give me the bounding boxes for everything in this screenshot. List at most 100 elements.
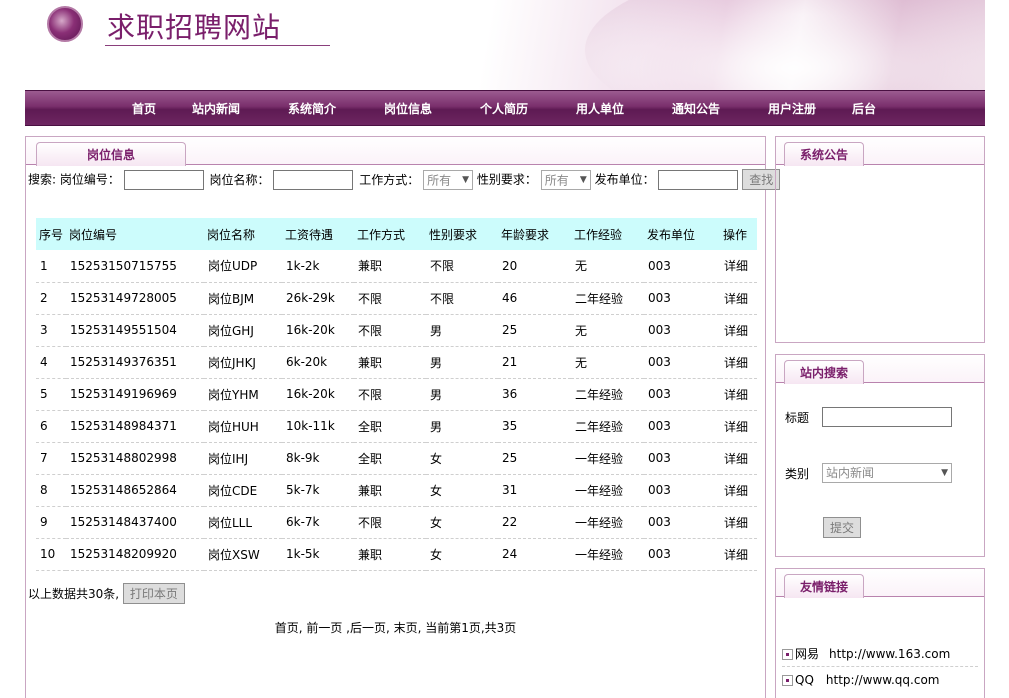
job-name-input[interactable] (273, 169, 354, 190)
job-name-label: 岗位名称： (209, 172, 270, 187)
cell-company: 003 (644, 538, 720, 571)
col-company: 发布单位 (644, 218, 720, 250)
tab-job-info[interactable]: 岗位信息 (36, 142, 186, 166)
cell-company: 003 (644, 442, 720, 475)
table-row: 7 15253148802998 岗位IHJ 8k-9k 全职女 25 一年经验 003 详细 (36, 442, 757, 475)
gender-label: 性别要求： (476, 172, 537, 187)
cell-job-name: 岗位XSW (204, 538, 282, 571)
search-title-input[interactable] (822, 407, 952, 427)
cell-action[interactable]: 详细 (720, 250, 757, 283)
cell-gender: 不限 (426, 282, 498, 315)
cell-experience: 无 (571, 346, 644, 379)
cell-gender: 男 (426, 314, 498, 347)
cell-action[interactable]: 详细 (720, 282, 757, 315)
tab-notice[interactable]: 系统公告 (784, 142, 864, 166)
nav-news[interactable]: 站内新闻 (192, 91, 240, 127)
cell-job-name: 岗位GHJ (204, 314, 282, 347)
cell-work-mode: 全职 (354, 442, 426, 475)
link-name: QQ (795, 673, 814, 687)
cell-job-no: 15253148437400 (66, 506, 204, 539)
cell-company: 003 (644, 378, 720, 411)
table-row: 2 15253149728005 岗位BJM 26k-29k 不限 不限 46 二年经验 003… (36, 282, 757, 315)
cell-company: 003 (644, 314, 720, 347)
cell-job-name: 岗位LLL (204, 506, 282, 539)
cell-index: 9 (36, 506, 66, 539)
cell-age: 46 (498, 282, 571, 315)
link-url[interactable]: http://www.qq.com (826, 673, 940, 687)
job-no-label: 岗位编号： (59, 172, 120, 187)
cell-age: 35 (498, 410, 571, 443)
link-url[interactable]: http://www.163.com (829, 647, 950, 661)
nav-resume[interactable]: 个人简历 (480, 91, 528, 127)
cell-experience: 一年经验 (571, 474, 644, 507)
col-work-mode: 工作方式 (354, 218, 426, 250)
cell-action[interactable]: 详细 (720, 378, 757, 411)
cell-work-mode: 兼职 (354, 538, 426, 571)
search-type-select[interactable]: 站内新闻 ▼ (822, 463, 952, 483)
cell-index: 1 (36, 250, 66, 283)
cell-salary: 10k-11k (282, 410, 354, 443)
nav-jobs[interactable]: 岗位信息 (384, 91, 432, 127)
submit-button[interactable]: 提交 (823, 517, 862, 538)
job-no-input[interactable] (123, 169, 204, 190)
nav-home[interactable]: 首页 (132, 91, 156, 127)
cell-job-name: 岗位HUH (204, 410, 282, 443)
link-item[interactable]: 网易 http://www.163.com (782, 643, 950, 665)
site-search-header: 站内搜索 (776, 355, 984, 384)
col-salary: 工资待遇 (282, 218, 354, 250)
notice-box: 系统公告 (775, 136, 985, 343)
table-row: 10 15253148209920 岗位XSW 1k-5k 兼职女 24 一年经验 003 详细 (36, 538, 757, 571)
cell-action[interactable]: 详细 (720, 314, 757, 347)
cell-salary: 16k-20k (282, 314, 354, 347)
nav-notices[interactable]: 通知公告 (672, 91, 720, 127)
cell-job-name: 岗位CDE (204, 474, 282, 507)
cell-salary: 5k-7k (282, 474, 354, 507)
table-row: 3 15253149551504 岗位GHJ 16k-20k 不限男 25 无 003 详细 (36, 314, 757, 347)
cell-gender: 男 (426, 410, 498, 443)
cell-salary: 1k-5k (282, 538, 354, 571)
cell-job-name: 岗位YHM (204, 378, 282, 411)
cell-gender: 女 (426, 442, 498, 475)
pagination[interactable]: 首页, 前一页 ,后一页, 末页, 当前第1页,共3页 (26, 619, 765, 636)
cell-action[interactable]: 详细 (720, 442, 757, 475)
table-row: 9 15253148437400 岗位LLL 6k-7k 不限女 22 一年经验 003 详细 (36, 506, 757, 539)
cell-job-no: 15253150715755 (66, 250, 204, 283)
search-type-value: 站内新闻 (826, 466, 875, 480)
cell-gender: 女 (426, 474, 498, 507)
col-index: 序号 (36, 218, 66, 250)
job-list-panel: 岗位信息 搜索: 岗位编号： 岗位名称： 工作方式： 所有 ▼ 性别要求： 所有 ▼… (25, 136, 781, 698)
cell-experience: 二年经验 (571, 282, 644, 315)
work-mode-label: 工作方式： (359, 172, 420, 187)
site-title: 求职招聘网站 (107, 11, 282, 44)
cell-index: 7 (36, 442, 66, 475)
header-decoration (585, 0, 985, 90)
col-job-no: 岗位编号 (66, 218, 204, 250)
cell-action[interactable]: 详细 (720, 346, 757, 379)
job-table: 序号 岗位编号 岗位名称 工资待遇 工作方式 性别要求 年龄要求 工作经验 发布… (36, 218, 757, 571)
tab-site-search[interactable]: 站内搜索 (784, 360, 864, 384)
work-mode-select[interactable]: 所有 ▼ (423, 169, 474, 190)
nav-employers[interactable]: 用人单位 (576, 91, 624, 127)
nav-register[interactable]: 用户注册 (768, 91, 816, 127)
cell-age: 36 (498, 378, 571, 411)
company-input[interactable] (658, 169, 739, 190)
main-nav: 首页 站内新闻 系统简介 岗位信息 个人简历 用人单位 通知公告 用户注册 后台 (25, 90, 985, 126)
nav-intro[interactable]: 系统简介 (288, 91, 336, 127)
notice-header: 系统公告 (776, 137, 984, 166)
print-button[interactable]: 打印本页 (122, 583, 185, 604)
gender-select[interactable]: 所有 ▼ (540, 169, 591, 190)
cell-experience: 无 (571, 250, 644, 283)
link-item[interactable]: QQ http://www.qq.com (782, 669, 940, 691)
cell-age: 21 (498, 346, 571, 379)
cell-action[interactable]: 详细 (720, 474, 757, 507)
nav-admin[interactable]: 后台 (852, 91, 876, 127)
friend-links-box: 友情链接 网易 http://www.163.com QQ http://www.q… (775, 568, 985, 698)
cell-action[interactable]: 详细 (720, 410, 757, 443)
col-gender: 性别要求 (426, 218, 498, 250)
cell-age: 20 (498, 250, 571, 283)
tab-friend-links[interactable]: 友情链接 (784, 574, 864, 598)
cell-action[interactable]: 详细 (720, 538, 757, 571)
cell-action[interactable]: 详细 (720, 506, 757, 539)
cell-gender: 男 (426, 346, 498, 379)
cell-gender: 女 (426, 538, 498, 571)
